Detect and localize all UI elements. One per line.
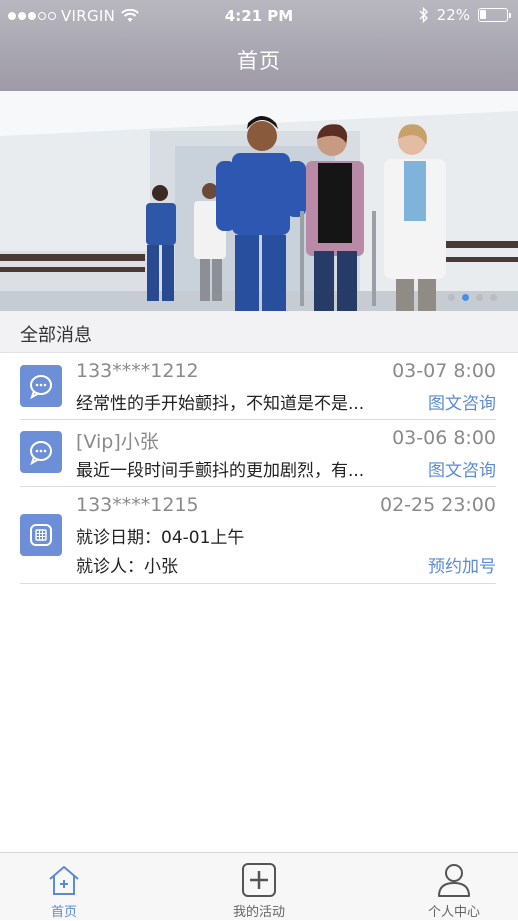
message-time: 03-07 8:00 — [392, 360, 496, 382]
home-icon — [49, 866, 79, 895]
section-title: 全部消息 — [20, 325, 92, 346]
appointment-type-link[interactable]: 预约加号 — [428, 552, 496, 577]
appointment-patient: 就诊人：小张 — [76, 557, 178, 577]
status-bar: VIRGIN 4:21 PM 22% — [0, 0, 518, 32]
carousel-dot[interactable] — [476, 294, 483, 301]
add-square-icon — [242, 863, 276, 897]
calendar-icon — [20, 514, 62, 556]
message-time: 02-25 23:00 — [379, 494, 496, 516]
tab-bar: 首页 我的活动 个人中心 — [0, 852, 518, 920]
page-title: 首页 — [237, 49, 281, 73]
message-sender: 133****1215 — [76, 494, 199, 516]
section-header: 全部消息 — [0, 311, 518, 353]
message-item[interactable]: 133****1215 02-25 23:00 就诊日期：04-01上午 就诊人… — [20, 487, 496, 584]
carousel-dot[interactable] — [448, 294, 455, 301]
battery-level — [480, 10, 486, 19]
hospital-banner-image — [0, 91, 518, 311]
tab-profile[interactable]: 个人中心 — [394, 853, 514, 921]
tab-my-activities-label: 我的活动 — [232, 905, 285, 920]
message-sender: [Vip]小张 — [76, 431, 159, 453]
person-icon — [438, 864, 470, 897]
battery-percent: 22% — [436, 6, 470, 24]
message-sender: 133****1212 — [76, 360, 199, 382]
battery-icon — [478, 8, 511, 22]
carousel-dot-active[interactable] — [462, 294, 469, 301]
bluetooth-icon — [419, 7, 428, 23]
message-item[interactable]: 133****1212 03-07 8:00 经常性的手开始颤抖，不知道是不是.… — [20, 353, 496, 420]
tab-profile-label: 个人中心 — [427, 905, 480, 920]
consult-type-link[interactable]: 图文咨询 — [428, 389, 496, 414]
message-item[interactable]: [Vip]小张 03-06 8:00 最近一段时间手颤抖的更加剧烈，有... 图… — [20, 420, 496, 487]
tab-home[interactable]: 首页 — [4, 853, 124, 921]
consult-type-link[interactable]: 图文咨询 — [428, 456, 496, 481]
message-preview: 最近一段时间手颤抖的更加剧烈，有... — [76, 461, 365, 481]
status-right: 22% — [419, 6, 511, 24]
appointment-date: 就诊日期：04-01上午 — [76, 528, 245, 548]
chat-bubble-icon — [20, 431, 62, 473]
message-preview: 经常性的手开始颤抖，不知道是不是... — [76, 394, 365, 414]
tab-home-label: 首页 — [50, 905, 77, 920]
chat-bubble-icon — [20, 365, 62, 407]
banner-carousel[interactable] — [0, 91, 518, 311]
message-time: 03-06 8:00 — [392, 427, 496, 449]
header: VIRGIN 4:21 PM 22% 首页 — [0, 0, 518, 91]
carousel-dot[interactable] — [490, 294, 497, 301]
tab-my-activities[interactable]: 我的活动 — [199, 853, 319, 921]
